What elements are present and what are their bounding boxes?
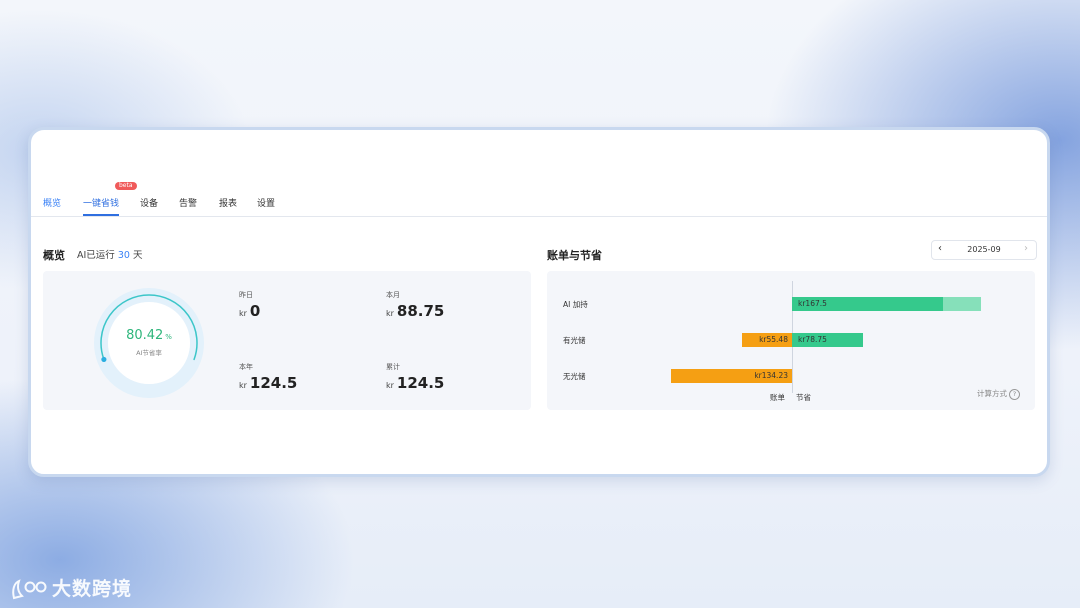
runtime-info: AI已运行 30 天 — [77, 247, 142, 261]
gauge-start-dot — [101, 356, 107, 363]
stat-year-value: kr 124.5 — [239, 374, 298, 392]
month-picker-value: 2025-09 — [967, 245, 1001, 254]
overview-panel: 80.42% AI节省率 昨日 kr 0 本月 kr 88.75 本年 kr 124.… — [43, 271, 531, 410]
stat-month-label: 本月 — [386, 291, 400, 299]
overview-title: 概览 — [43, 249, 65, 262]
stat-year-label: 本年 — [239, 363, 253, 371]
gauge-number: 80.42 — [126, 328, 164, 343]
tab-one-click-save[interactable]: 一键省钱 — [83, 196, 120, 216]
bill-bar: kr55.48 — [742, 333, 792, 347]
tab-overview[interactable]: 概览 — [43, 196, 61, 209]
billing-title: 账单与节省 — [547, 249, 602, 262]
savings-gauge — [94, 288, 204, 398]
runtime-suffix: 天 — [132, 250, 143, 261]
chevron-right-icon[interactable]: › — [1024, 243, 1028, 254]
tab-devices[interactable]: 设备 — [140, 196, 158, 209]
gauge-value: 80.42% — [91, 328, 207, 343]
category-label: 有光储 — [563, 336, 586, 345]
stat-total-value: kr 124.5 — [386, 374, 445, 392]
category-label: AI 加持 — [563, 300, 588, 309]
bill-bar: kr134.23 — [671, 369, 792, 383]
savings-bar: kr167.5 — [792, 297, 943, 311]
tab-settings[interactable]: 设置 — [257, 196, 275, 209]
dashboard-card: 概览 一键省钱 beta 设备 告警 报表 设置 概览 AI已运行 30 天 8… — [28, 127, 1050, 477]
category-label: 无光储 — [563, 372, 586, 381]
axis-label-bill: 账单 — [770, 393, 785, 402]
runtime-days: 30 — [117, 250, 130, 261]
gauge-label: AI节省率 — [136, 349, 162, 357]
savings-bar: kr78.75 — [792, 333, 863, 347]
question-icon: ? — [1009, 389, 1020, 400]
tab-alerts[interactable]: 告警 — [179, 196, 197, 209]
stat-total-label: 累计 — [386, 363, 400, 371]
billing-panel: AI 加持 kr167.5 有光储 kr55.48 kr78.75 无光储 kr134.23… — [547, 271, 1035, 410]
watermark-text: 大数跨境 — [52, 578, 133, 600]
brand-logo-icon — [12, 578, 47, 599]
month-picker[interactable]: ‹ 2025-09 › — [931, 240, 1037, 260]
calc-method-link[interactable]: 计算方式? — [977, 388, 1020, 400]
stat-month-value: kr 88.75 — [386, 302, 445, 320]
tab-bar: 概览 一键省钱 beta 设备 告警 报表 设置 — [31, 182, 1047, 217]
stat-yesterday-value: kr 0 — [239, 302, 261, 320]
runtime-prefix: AI已运行 — [77, 250, 115, 261]
gauge-unit: % — [165, 333, 172, 341]
tab-reports[interactable]: 报表 — [219, 196, 237, 209]
watermark: 大数跨境 — [10, 574, 132, 602]
beta-badge: beta — [115, 182, 137, 190]
axis-label-save: 节省 — [796, 393, 811, 402]
stat-yesterday-label: 昨日 — [239, 291, 253, 299]
